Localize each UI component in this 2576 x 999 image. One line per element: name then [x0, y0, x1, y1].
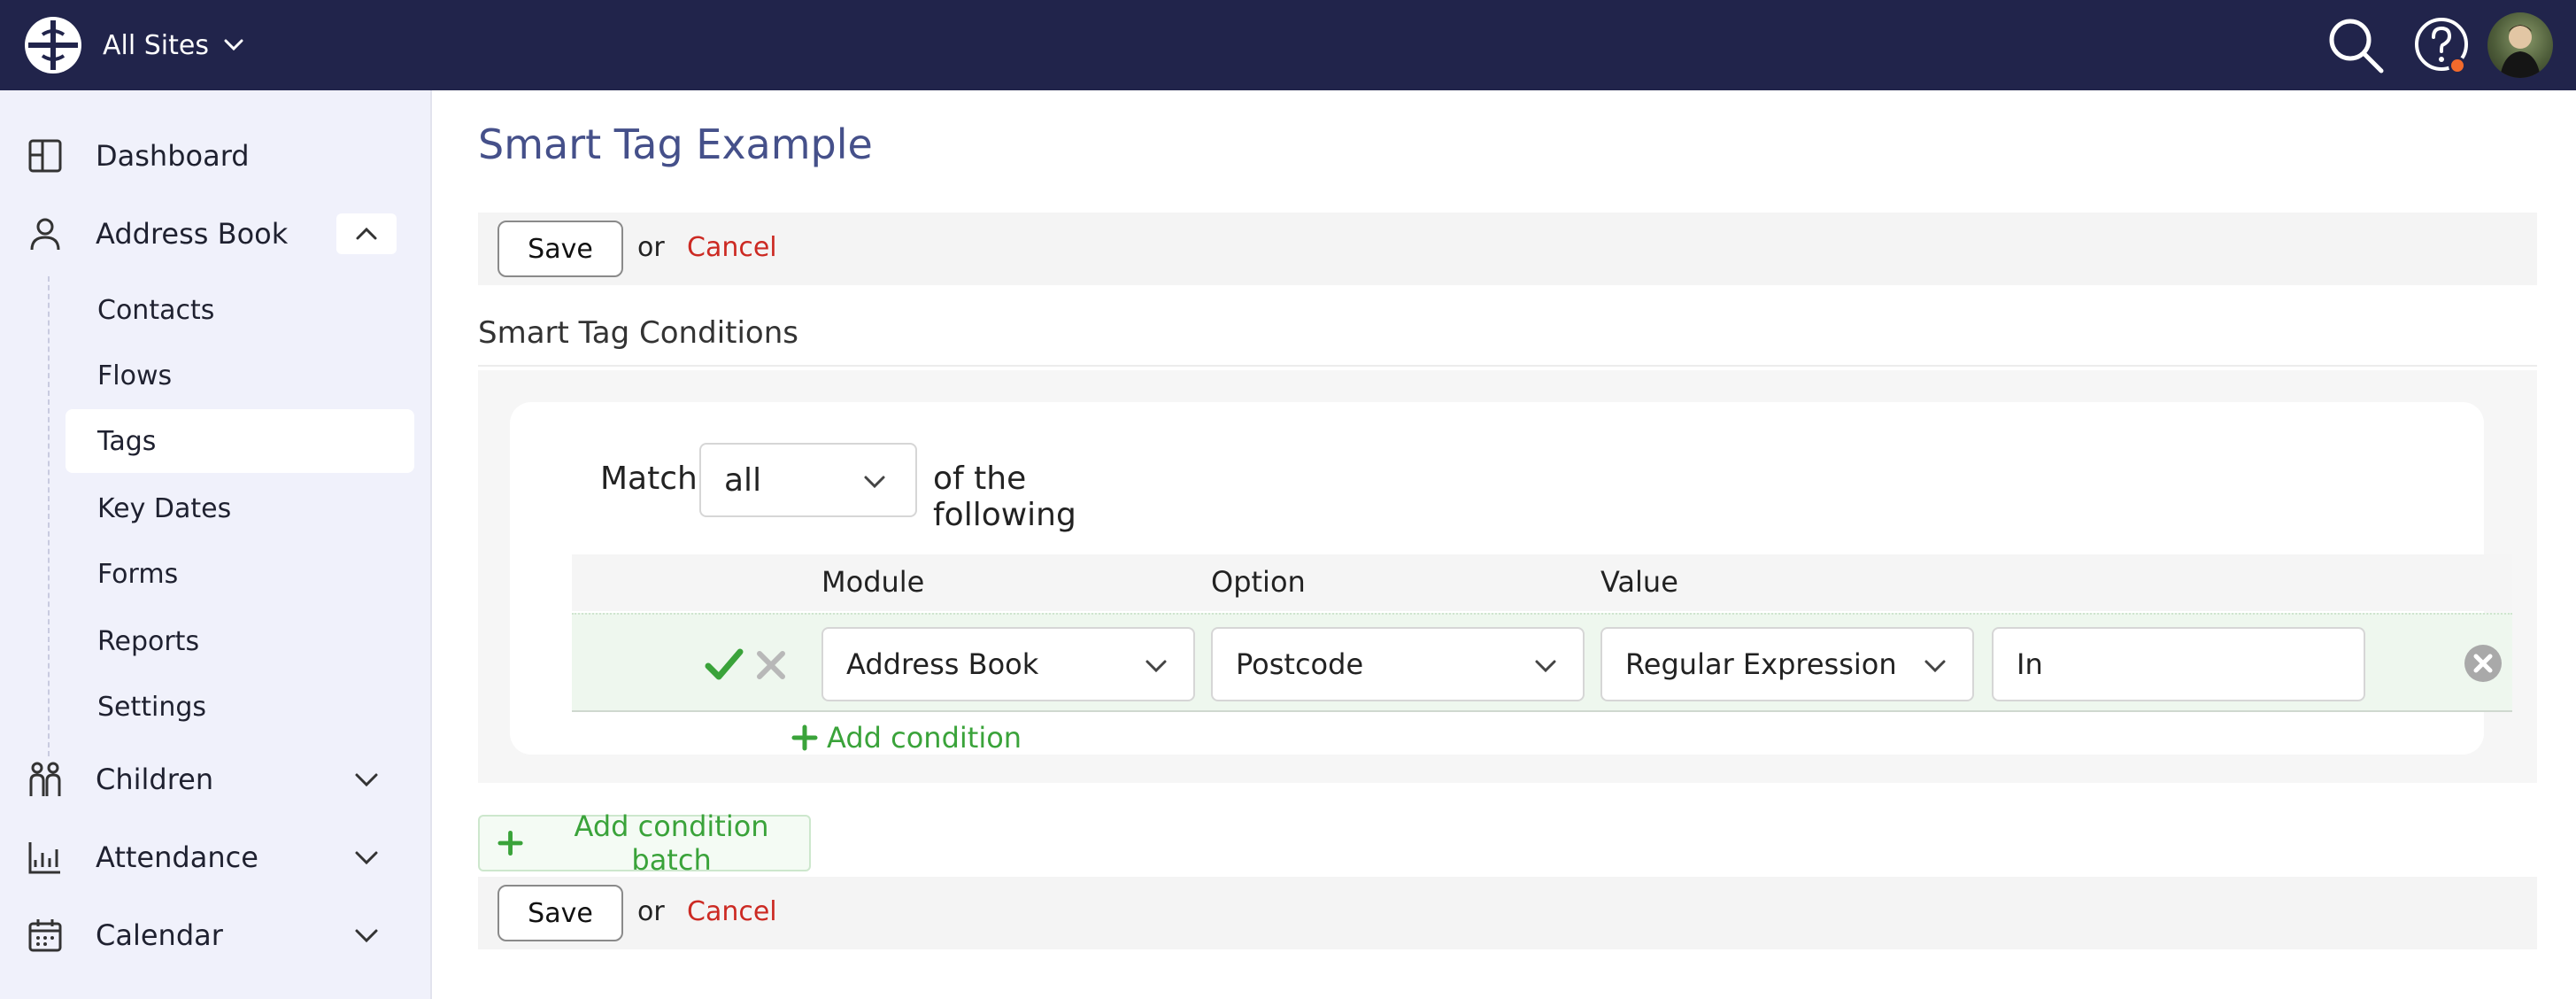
- table-row: Address Book Postcode Regular Expression: [572, 613, 2512, 712]
- match-label: Match: [600, 461, 698, 497]
- action-bar-bottom: Save or Cancel: [478, 877, 2537, 949]
- dashboard-icon: [28, 139, 62, 173]
- logo-icon[interactable]: [23, 15, 83, 75]
- column-header-module: Module: [821, 565, 925, 599]
- sidebar-item-flows[interactable]: Flows: [66, 344, 414, 407]
- collapse-toggle[interactable]: [336, 213, 397, 254]
- notification-badge: [2449, 57, 2466, 74]
- calendar-icon: [28, 919, 62, 952]
- option-select[interactable]: Postcode: [1211, 627, 1585, 701]
- chevron-down-icon: [355, 929, 378, 943]
- plus-icon: [791, 724, 818, 751]
- add-condition-batch-label: Add condition batch: [574, 809, 769, 877]
- sidebar-item-label: Address Book: [96, 217, 289, 251]
- conditions-table-header: Module Option Value: [572, 554, 2512, 611]
- chevron-up-icon: [356, 227, 377, 240]
- sidebar-item-calendar[interactable]: Calendar: [0, 900, 432, 971]
- module-select[interactable]: Address Book: [821, 627, 1195, 701]
- or-text: or: [637, 232, 665, 263]
- top-bar: All Sites: [0, 0, 2576, 90]
- chevron-down-icon: [355, 773, 378, 787]
- condition-group: Match all of the following Module Option…: [510, 402, 2512, 755]
- sidebar: Dashboard Address Book Contacts Flows Ta…: [0, 90, 432, 999]
- match-tail-text: of the following: [933, 461, 1076, 533]
- sidebar-item-reports[interactable]: Reports: [66, 609, 414, 673]
- operator-select[interactable]: Regular Expression: [1600, 627, 1974, 701]
- action-bar-top: Save or Cancel: [478, 213, 2537, 285]
- add-condition-batch-button[interactable]: Add condition batch: [478, 809, 811, 877]
- chevron-down-icon: [224, 39, 243, 51]
- chevron-down-icon: [1145, 660, 1167, 673]
- value-input[interactable]: [1992, 627, 2365, 701]
- match-mode-value: all: [724, 461, 762, 499]
- sidebar-item-label: Attendance: [96, 840, 258, 874]
- sidebar-item-contacts[interactable]: Contacts: [66, 278, 414, 342]
- user-icon: [30, 218, 60, 251]
- site-switcher-label: All Sites: [103, 29, 209, 61]
- sidebar-item-address-book[interactable]: Address Book: [0, 198, 432, 269]
- avatar-photo-icon: [2500, 25, 2541, 78]
- check-icon[interactable]: [705, 645, 744, 684]
- section-title: Smart Tag Conditions: [478, 315, 798, 351]
- sidebar-item-settings[interactable]: Settings: [66, 675, 414, 739]
- chevron-down-icon: [1924, 660, 1946, 673]
- sidebar-item-key-dates[interactable]: Key Dates: [66, 476, 414, 540]
- cancel-link[interactable]: Cancel: [687, 896, 777, 927]
- plus-icon: [497, 830, 523, 856]
- site-switcher[interactable]: All Sites: [103, 25, 246, 66]
- column-header-value: Value: [1600, 565, 1678, 599]
- match-mode-select[interactable]: all: [699, 443, 917, 517]
- save-button[interactable]: Save: [497, 221, 623, 277]
- section-divider: [478, 365, 2537, 367]
- subnav-guide: [48, 276, 50, 756]
- avatar[interactable]: [2487, 12, 2553, 78]
- sidebar-item-attendance[interactable]: Attendance: [0, 822, 432, 893]
- option-select-value: Postcode: [1236, 647, 1364, 681]
- sidebar-item-children[interactable]: Children: [0, 744, 432, 815]
- condition-batch: Match all of the following Module Option…: [478, 370, 2537, 783]
- sidebar-item-dashboard[interactable]: Dashboard: [0, 120, 432, 191]
- sidebar-item-label: Dashboard: [96, 139, 250, 173]
- sidebar-item-label: Children: [96, 763, 214, 796]
- module-select-value: Address Book: [846, 647, 1039, 681]
- save-button[interactable]: Save: [497, 885, 623, 941]
- chart-icon: [28, 842, 60, 874]
- sidebar-item-tags[interactable]: Tags: [66, 409, 414, 473]
- close-icon[interactable]: [754, 645, 788, 684]
- search-icon[interactable]: [2326, 16, 2385, 74]
- or-text: or: [637, 896, 665, 927]
- add-condition-link[interactable]: Add condition: [791, 716, 1022, 760]
- page-title: Smart Tag Example: [478, 120, 873, 168]
- chevron-down-icon: [355, 851, 378, 865]
- add-condition-label: Add condition: [827, 721, 1022, 755]
- sidebar-item-forms[interactable]: Forms: [66, 542, 414, 606]
- column-header-option: Option: [1211, 565, 1306, 599]
- sidebar-item-label: Calendar: [96, 918, 223, 952]
- chevron-down-icon: [1535, 660, 1556, 673]
- cancel-link[interactable]: Cancel: [687, 232, 777, 263]
- remove-icon[interactable]: [2463, 643, 2503, 684]
- children-icon: [29, 762, 61, 796]
- chevron-down-icon: [864, 476, 885, 489]
- operator-select-value: Regular Expression: [1625, 647, 1897, 681]
